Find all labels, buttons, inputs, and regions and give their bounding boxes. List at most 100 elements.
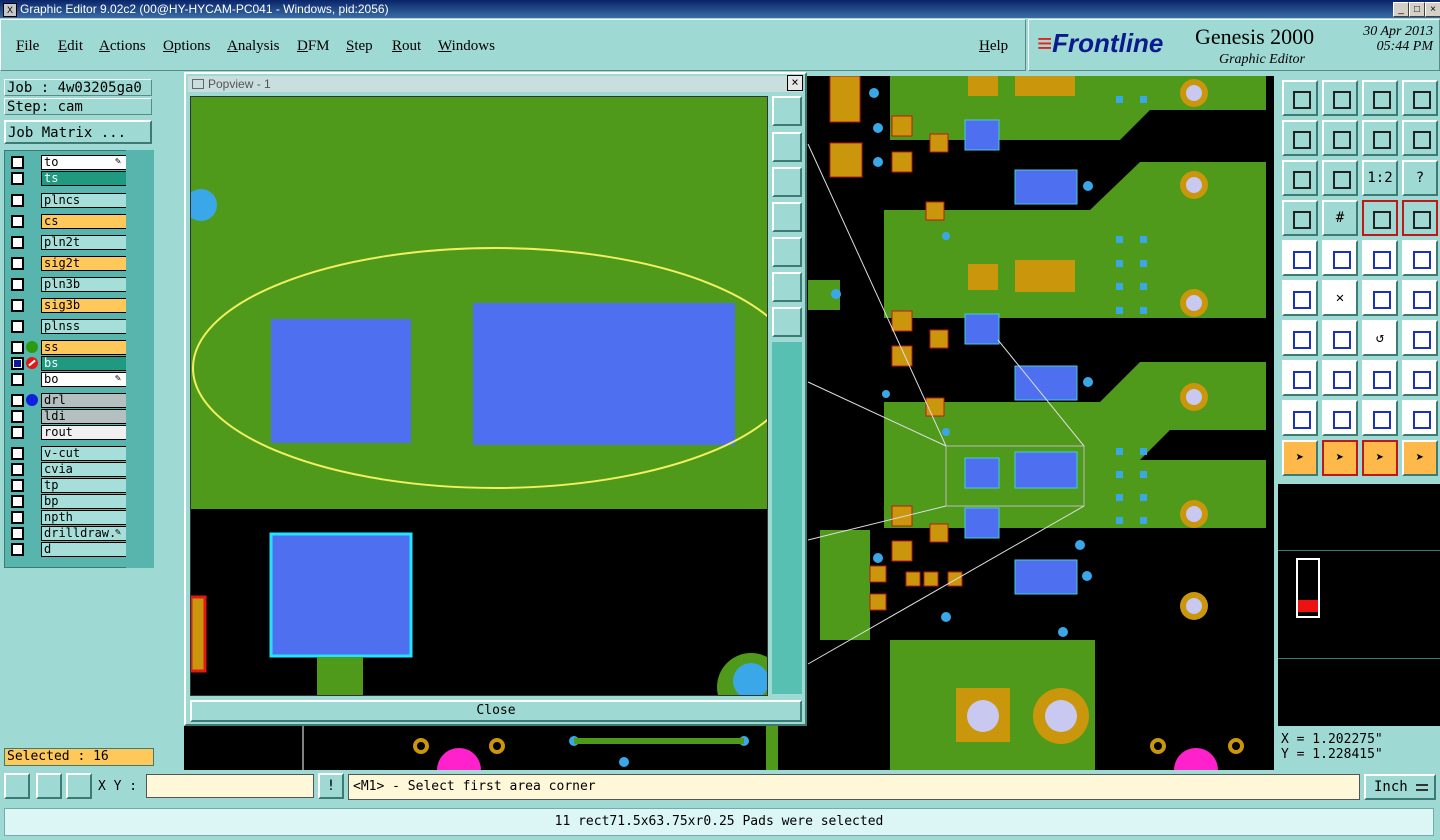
layer-checkbox[interactable] [11, 257, 24, 270]
layer-checkbox[interactable] [11, 236, 24, 249]
layer-checkbox[interactable] [11, 341, 24, 354]
layer-row[interactable]: pln2t [5, 235, 129, 250]
xy-input[interactable] [146, 774, 314, 798]
layer-checkbox[interactable] [11, 410, 24, 423]
grid-icon[interactable]: # [1322, 200, 1358, 236]
layer-checkbox[interactable] [11, 527, 24, 540]
menu-file[interactable]: File [16, 38, 39, 55]
select-poly-icon[interactable]: ➤ [1402, 440, 1438, 476]
layer-row[interactable]: bo ✎ [5, 372, 129, 387]
layer-checkbox[interactable] [11, 373, 24, 386]
minimize-button[interactable]: _ [1393, 2, 1409, 17]
prev-step-icon[interactable] [1282, 120, 1318, 156]
layer-name[interactable]: ts [41, 171, 127, 186]
layer-row[interactable]: ldi [5, 409, 129, 424]
triangle-red-icon[interactable] [1282, 400, 1318, 436]
layer-row[interactable]: plnss [5, 319, 129, 334]
select-box-icon[interactable]: ➤ [1322, 440, 1358, 476]
resize-line-icon[interactable] [1322, 360, 1358, 396]
stretch-icon[interactable] [1362, 360, 1398, 396]
layer-checkbox[interactable] [11, 320, 24, 333]
menu-options[interactable]: Options [163, 38, 211, 55]
close-window-button[interactable]: × [1425, 2, 1440, 17]
flip-icon[interactable] [1402, 320, 1438, 356]
menu-edit[interactable]: Edit [58, 38, 83, 55]
popview-pan-right-icon[interactable] [772, 237, 802, 267]
popview-pan-left-icon[interactable] [772, 202, 802, 232]
pad-add-icon[interactable] [1282, 240, 1318, 276]
zoom-1-2-icon[interactable]: 1:2 [1362, 160, 1398, 196]
layer-checkbox[interactable] [11, 511, 24, 524]
unit-selector[interactable]: Inch [1364, 774, 1436, 800]
layer-name[interactable]: d [41, 542, 127, 557]
maximize-button[interactable]: □ [1409, 2, 1425, 17]
popview-zoom-home-icon[interactable] [772, 96, 802, 126]
layer-name[interactable]: cs [41, 214, 127, 229]
measure-tool-icon[interactable] [1282, 200, 1318, 236]
layer-checkbox[interactable] [11, 495, 24, 508]
layer-name[interactable]: sig2t [41, 256, 127, 271]
layer-name[interactable]: bp [41, 494, 127, 509]
layer-row[interactable]: rout [5, 425, 129, 440]
layer-row[interactable]: ts [5, 171, 129, 186]
grid-snap-icon[interactable] [66, 773, 92, 799]
select-net-icon[interactable]: ➤ [1362, 440, 1398, 476]
popview-titlebar[interactable]: Popview - 1 [188, 76, 803, 92]
layer-row[interactable]: v-cut [5, 446, 129, 461]
layer-row[interactable]: sig3b [5, 298, 129, 313]
menu-step[interactable]: Step [346, 38, 373, 55]
popview-close-icon[interactable]: × [787, 75, 803, 91]
triangle-red-3-icon[interactable] [1402, 400, 1438, 436]
layer-checkbox[interactable] [11, 394, 24, 407]
layer-checkbox[interactable] [11, 447, 24, 460]
layer-name[interactable]: ss [41, 340, 127, 355]
layer-row[interactable]: cs [5, 214, 129, 229]
rotate-icon[interactable]: ↺ [1362, 320, 1398, 356]
menu-help[interactable]: Help [979, 38, 1008, 55]
connect-nodes-icon[interactable] [1282, 280, 1318, 316]
copy-icon[interactable] [1402, 360, 1438, 396]
layer-checkbox[interactable] [11, 357, 24, 370]
layer-checkbox[interactable] [11, 543, 24, 556]
layer-row[interactable]: npth [5, 510, 129, 525]
open-job-icon[interactable] [1282, 80, 1318, 116]
next-step-icon[interactable] [1322, 120, 1358, 156]
layer-checkbox[interactable] [11, 299, 24, 312]
layer-name[interactable]: cvia [41, 462, 127, 477]
layer-name[interactable]: rout [41, 425, 127, 440]
layer-name[interactable]: plnss [41, 319, 127, 334]
layer-checkbox[interactable] [11, 479, 24, 492]
angle-snap-icon[interactable] [36, 773, 62, 799]
popview-zoom-out-icon[interactable] [772, 307, 802, 337]
layer-row[interactable]: sig2t [5, 256, 129, 271]
ruler-icon[interactable] [1362, 240, 1398, 276]
layer-name[interactable]: npth [41, 510, 127, 525]
line-red-icon[interactable] [1322, 320, 1358, 356]
zoom-fit-icon[interactable] [1282, 160, 1318, 196]
layer-checkbox[interactable] [11, 215, 24, 228]
move-icon[interactable] [1282, 360, 1318, 396]
angle-icon[interactable] [1282, 320, 1318, 356]
layer-checkbox[interactable] [11, 172, 24, 185]
layer-name[interactable]: pln3b [41, 277, 127, 292]
layer-name[interactable]: ldi [41, 409, 127, 424]
layer-checkbox[interactable] [11, 156, 24, 169]
arc-add-icon[interactable] [1402, 280, 1438, 316]
features-red-icon[interactable] [1362, 200, 1398, 236]
menu-rout[interactable]: Rout [392, 38, 421, 55]
popview-close-button[interactable]: Close [190, 700, 802, 722]
help-query-icon[interactable]: ? [1402, 160, 1438, 196]
layer-name[interactable]: pln2t [41, 235, 127, 250]
layer-row[interactable]: to ✎ [5, 155, 129, 170]
layer-name[interactable]: v-cut [41, 446, 127, 461]
layer-name[interactable]: bs [41, 356, 127, 371]
menu-analysis[interactable]: Analysis [227, 38, 280, 55]
layer-row[interactable]: tp [5, 478, 129, 493]
menu-actions[interactable]: Actions [99, 38, 146, 55]
prompt-alert-icon[interactable]: ! [318, 773, 344, 799]
window-split-icon[interactable] [1402, 80, 1438, 116]
cross-icon[interactable]: ✕ [1322, 280, 1358, 316]
save-icon[interactable] [1322, 80, 1358, 116]
menu-windows[interactable]: Windows [438, 38, 495, 55]
layer-row[interactable]: bs [5, 356, 129, 371]
